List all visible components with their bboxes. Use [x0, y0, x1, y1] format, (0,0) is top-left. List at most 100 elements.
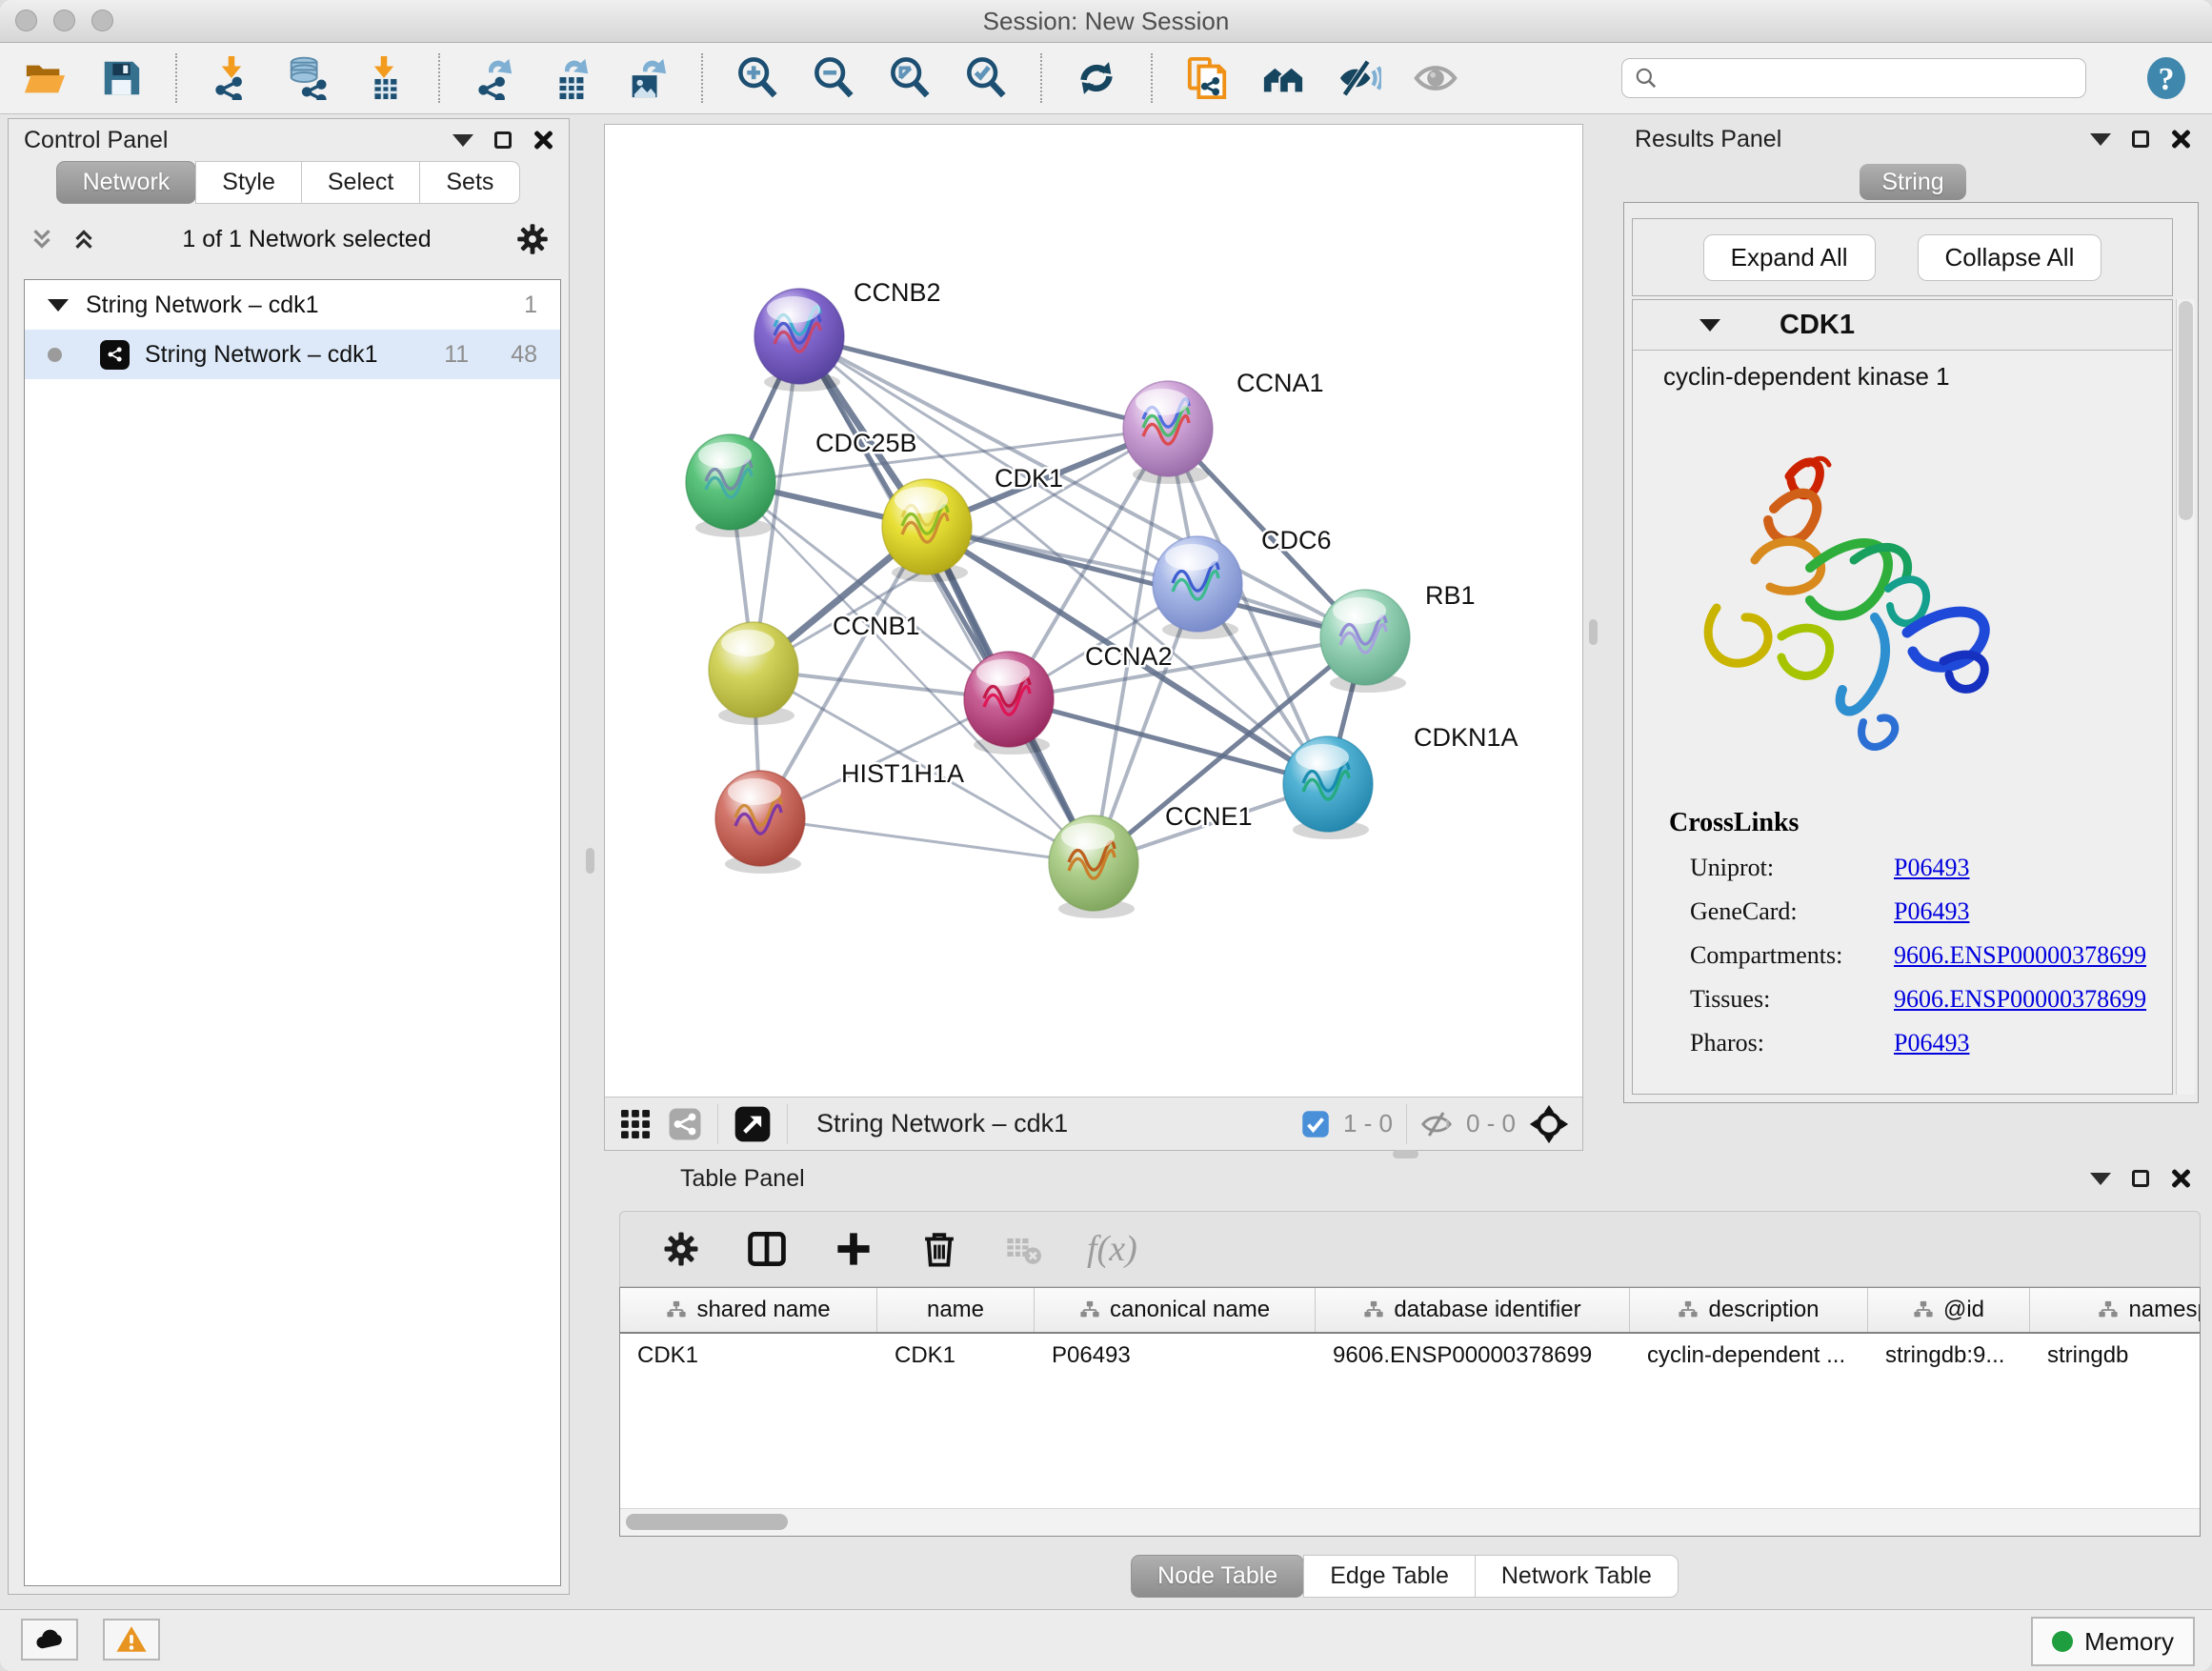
panel-close-icon[interactable] — [533, 130, 553, 151]
node-CDC25B[interactable] — [686, 434, 775, 537]
panel-float-icon[interactable] — [2132, 1170, 2149, 1187]
panel-menu-icon[interactable] — [2090, 1173, 2111, 1185]
show-eye-icon[interactable] — [1414, 56, 1458, 100]
import-database-icon[interactable] — [286, 56, 330, 100]
hidden-eye-icon[interactable] — [1420, 1108, 1453, 1140]
table-horizontal-scrollbar[interactable] — [620, 1508, 2200, 1536]
node-CCNB2[interactable] — [754, 289, 844, 392]
delete-column-trash-icon[interactable] — [919, 1229, 959, 1269]
zoom-window-button[interactable] — [91, 10, 113, 31]
zoom-fit-icon[interactable] — [888, 56, 932, 100]
network-collection-row[interactable]: String Network – cdk1 1 — [25, 280, 560, 330]
column-header-canonical-name[interactable]: canonical name — [1035, 1288, 1316, 1332]
crosslink-value-link[interactable]: 9606.ENSP00000378699 — [1894, 940, 2146, 970]
column-header-database-identifier[interactable]: database identifier — [1316, 1288, 1630, 1332]
export-network-icon[interactable] — [473, 56, 516, 100]
column-header-namespace[interactable]: namespace — [2030, 1288, 2201, 1332]
tab-style[interactable]: Style — [195, 161, 302, 204]
houses-icon[interactable] — [1261, 56, 1305, 100]
expand-all-button[interactable]: Expand All — [1703, 234, 1876, 281]
expand-all-icon[interactable] — [70, 225, 98, 253]
column-mapped-icon — [1678, 1299, 1699, 1320]
divider-handle[interactable] — [586, 848, 594, 874]
show-columns-icon[interactable] — [746, 1228, 788, 1270]
refresh-layout-icon[interactable] — [1075, 56, 1118, 100]
panel-menu-icon[interactable] — [2090, 133, 2111, 146]
panel-menu-icon[interactable] — [452, 134, 473, 147]
panel-float-icon[interactable] — [2132, 131, 2149, 148]
tab-string[interactable]: String — [1860, 164, 1966, 200]
zoom-in-icon[interactable] — [735, 56, 779, 100]
cloud-button[interactable] — [21, 1619, 78, 1661]
zoom-selected-icon[interactable] — [964, 56, 1008, 100]
tab-select[interactable]: Select — [301, 161, 420, 204]
open-session-icon[interactable] — [23, 56, 67, 100]
table-settings-gear-icon[interactable] — [662, 1230, 700, 1268]
network-row-selected[interactable]: String Network – cdk1 11 48 — [25, 330, 560, 379]
tab-sets[interactable]: Sets — [419, 161, 520, 204]
section-collapse-icon[interactable] — [1699, 319, 1720, 332]
import-network-icon[interactable] — [210, 56, 253, 100]
results-scrollbar[interactable] — [2176, 299, 2195, 1095]
node-CCNA1[interactable] — [1123, 381, 1213, 484]
birdseye-icon[interactable] — [1529, 1104, 1569, 1144]
node-CCNE1[interactable] — [1049, 815, 1138, 918]
panel-float-icon[interactable] — [494, 131, 512, 149]
node-CCNB1[interactable] — [709, 622, 798, 725]
crosslink-value-link[interactable]: P06493 — [1894, 896, 1969, 926]
edge-HIST1H1A-CCNE1[interactable] — [760, 818, 1094, 863]
column-header-name[interactable]: name — [877, 1288, 1035, 1332]
node-CDC6[interactable] — [1153, 536, 1242, 639]
crosslink-value-link[interactable]: P06493 — [1894, 853, 1969, 882]
zoom-out-icon[interactable] — [812, 56, 855, 100]
network-view-icon[interactable] — [668, 1107, 702, 1141]
column-header-shared-name[interactable]: shared name — [620, 1288, 877, 1332]
grid-view-icon[interactable] — [618, 1107, 653, 1141]
help-icon[interactable]: ? — [2143, 55, 2189, 101]
warning-button[interactable] — [103, 1619, 160, 1661]
node-HIST1H1A[interactable] — [715, 771, 805, 874]
tab-network-table[interactable]: Network Table — [1475, 1555, 1679, 1598]
export-image-icon[interactable] — [625, 56, 669, 100]
delete-table-icon[interactable] — [1005, 1231, 1041, 1267]
panel-close-icon[interactable] — [2170, 1168, 2191, 1189]
node-highlight — [1296, 744, 1349, 771]
divider-handle[interactable] — [1589, 619, 1598, 645]
column-header-id[interactable]: @id — [1868, 1288, 2030, 1332]
panel-close-icon[interactable] — [2170, 129, 2191, 150]
search-input[interactable] — [1668, 64, 2074, 92]
collapse-all-icon[interactable] — [28, 225, 56, 253]
hide-eye-icon[interactable] — [1337, 56, 1381, 100]
import-table-icon[interactable] — [362, 56, 406, 100]
edge-RB1-CCNA2[interactable] — [1009, 637, 1365, 699]
crosslink-value-link[interactable]: 9606.ENSP00000378699 — [1894, 984, 2146, 1014]
gear-icon[interactable] — [515, 222, 550, 256]
crosslink-value-link[interactable]: P06493 — [1894, 1028, 1969, 1057]
collapse-all-button[interactable]: Collapse All — [1918, 234, 2102, 281]
scrollbar-thumb[interactable] — [626, 1514, 788, 1530]
node-CDKN1A[interactable] — [1283, 736, 1373, 839]
results-scrollbar-thumb[interactable] — [2179, 301, 2193, 520]
column-header-label: @id — [1943, 1297, 1984, 1323]
network-canvas[interactable]: CCNB2CCNA1CDC25BCDK1CDC6RB1CCNB1CCNA2CDK… — [604, 124, 1583, 1151]
selected-checkbox-icon[interactable] — [1301, 1110, 1330, 1138]
node-RB1[interactable] — [1320, 590, 1410, 693]
memory-button[interactable]: Memory — [2031, 1617, 2195, 1666]
collection-expand-icon[interactable] — [48, 299, 69, 312]
node-CCNA2[interactable] — [964, 652, 1054, 755]
export-table-icon[interactable] — [549, 56, 593, 100]
save-session-icon[interactable] — [99, 56, 143, 100]
tab-network[interactable]: Network — [56, 161, 197, 204]
close-window-button[interactable] — [15, 10, 37, 31]
tab-edge-table[interactable]: Edge Table — [1303, 1555, 1476, 1598]
tab-node-table[interactable]: Node Table — [1131, 1555, 1304, 1598]
open-in-window-icon[interactable] — [734, 1105, 772, 1143]
table-row[interactable]: CDK1CDK1P064939606.ENSP00000378699cyclin… — [620, 1334, 2200, 1378]
column-header-description[interactable]: description — [1630, 1288, 1868, 1332]
node-CDK1[interactable] — [882, 479, 972, 582]
minimize-window-button[interactable] — [53, 10, 75, 31]
clone-network-icon[interactable] — [1185, 56, 1229, 100]
add-column-icon[interactable] — [834, 1229, 874, 1269]
gene-section-header[interactable]: CDK1 — [1633, 300, 2172, 351]
function-builder-icon[interactable]: f(x) — [1087, 1228, 1137, 1270]
